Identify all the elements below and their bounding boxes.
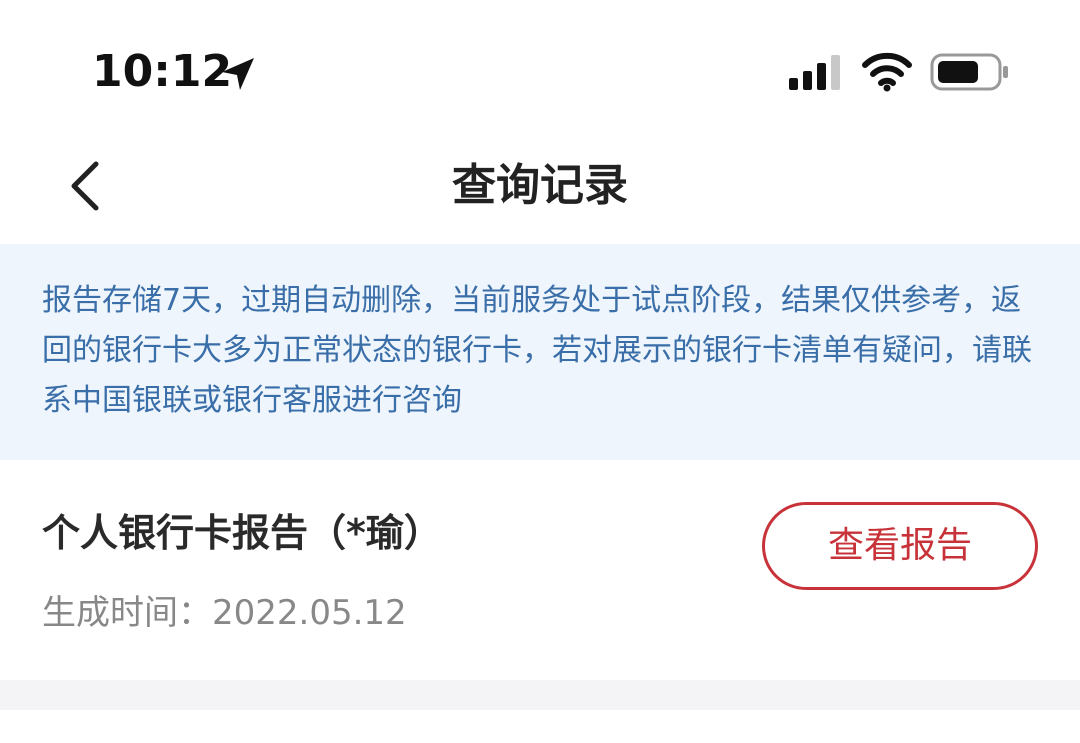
generated-time-value: 2022.05.12 [212, 593, 407, 633]
battery-icon [930, 53, 1008, 91]
status-time: 10:12 [92, 46, 233, 97]
section-divider [0, 680, 1080, 710]
location-arrow-icon [222, 58, 254, 90]
navigation-bar: 查询记录 [0, 130, 1080, 244]
wifi-icon [862, 52, 912, 92]
notice-banner: 报告存储7天，过期自动删除，当前服务处于试点阶段，结果仅供参考，返回的银行卡大多… [0, 244, 1080, 460]
list-item: 个人银行卡报告（*瑜） 生成时间：2022.05.12 查看报告 [0, 460, 1080, 680]
report-title: 个人银行卡报告（*瑜） [42, 511, 442, 555]
report-generated-time: 生成时间：2022.05.12 [42, 590, 407, 636]
page-title: 查询记录 [452, 160, 628, 211]
view-report-button[interactable]: 查看报告 [762, 502, 1038, 590]
cellular-signal-icon [789, 55, 840, 90]
generated-time-label: 生成时间： [42, 593, 212, 633]
notice-text: 报告存储7天，过期自动删除，当前服务处于试点阶段，结果仅供参考，返回的银行卡大多… [42, 283, 1032, 418]
status-bar: 10:12 [0, 0, 1080, 140]
